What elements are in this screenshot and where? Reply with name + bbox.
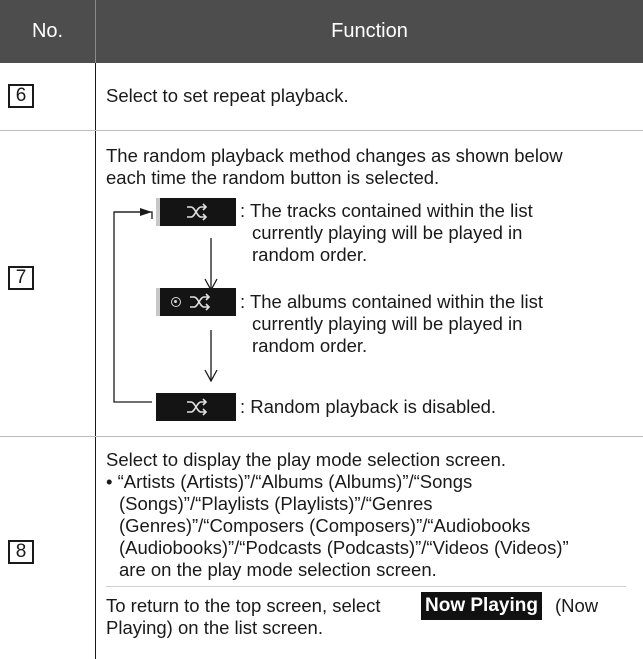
album-disc-icon — [171, 297, 181, 307]
shuffle-icon — [190, 293, 211, 311]
now-playing-button: Now Playing — [421, 592, 542, 620]
row-7-intro-line-1: The random playback method changes as sh… — [106, 145, 563, 166]
albums-mode-line-2: currently playing will be played in — [252, 313, 523, 334]
tracks-mode-line-1: : The tracks contained within the list — [240, 200, 533, 221]
row-8-line-4: (Genres)”/“Composers (Composers)”/“Audio… — [119, 515, 531, 536]
row-8-line-6: are on the play mode selection screen. — [119, 559, 437, 580]
albums-mode-line-3: random order. — [252, 335, 368, 356]
tracks-mode-line-3: random order. — [252, 244, 368, 265]
button-accent — [156, 288, 160, 316]
row-8-separator — [106, 586, 626, 587]
albums-mode-line-1: : The albums contained within the list — [240, 291, 544, 312]
header-no: No. — [31, 20, 64, 42]
header-function: Function — [331, 20, 408, 42]
shuffle-icon — [187, 398, 208, 416]
row-8-return-line-2: Playing) on the list screen. — [106, 617, 323, 638]
button-accent — [156, 198, 160, 226]
random-albums-button — [156, 288, 236, 316]
return-path-line — [113, 211, 153, 403]
row-number-8: 8 — [8, 540, 34, 564]
row-number-6: 6 — [8, 84, 34, 108]
row-8-return-prefix: To return to the top screen, select — [106, 595, 381, 616]
function-table: No. Function 6 Select to set repeat play… — [0, 0, 643, 659]
column-divider — [95, 63, 96, 659]
row-8-line-3: (Songs)”/“Playlists (Playlists)”/“Genres — [119, 493, 433, 514]
row-7-intro-line-2: each time the random button is selected. — [106, 167, 440, 188]
row-8-return-suffix: (Now — [555, 595, 599, 616]
row-6-function: Select to set repeat playback. — [106, 85, 349, 106]
row-8-line-1: Select to display the play mode selectio… — [106, 449, 507, 470]
random-off-button — [156, 393, 236, 421]
shuffle-icon — [187, 203, 208, 221]
random-tracks-button — [156, 198, 236, 226]
row-number-7: 7 — [8, 266, 34, 290]
arrow-right-icon — [140, 208, 152, 216]
row-8-line-5: (Audiobooks)”/“Podcasts (Podcasts)”/“Vid… — [119, 537, 569, 558]
row-divider — [0, 436, 643, 437]
table-header: No. Function — [0, 0, 643, 63]
row-8-line-2: • “Artists (Artists)”/“Albums (Albums)”/… — [106, 471, 473, 492]
tracks-mode-line-2: currently playing will be played in — [252, 222, 523, 243]
row-divider — [0, 130, 643, 131]
off-mode-text: : Random playback is disabled. — [240, 396, 497, 417]
